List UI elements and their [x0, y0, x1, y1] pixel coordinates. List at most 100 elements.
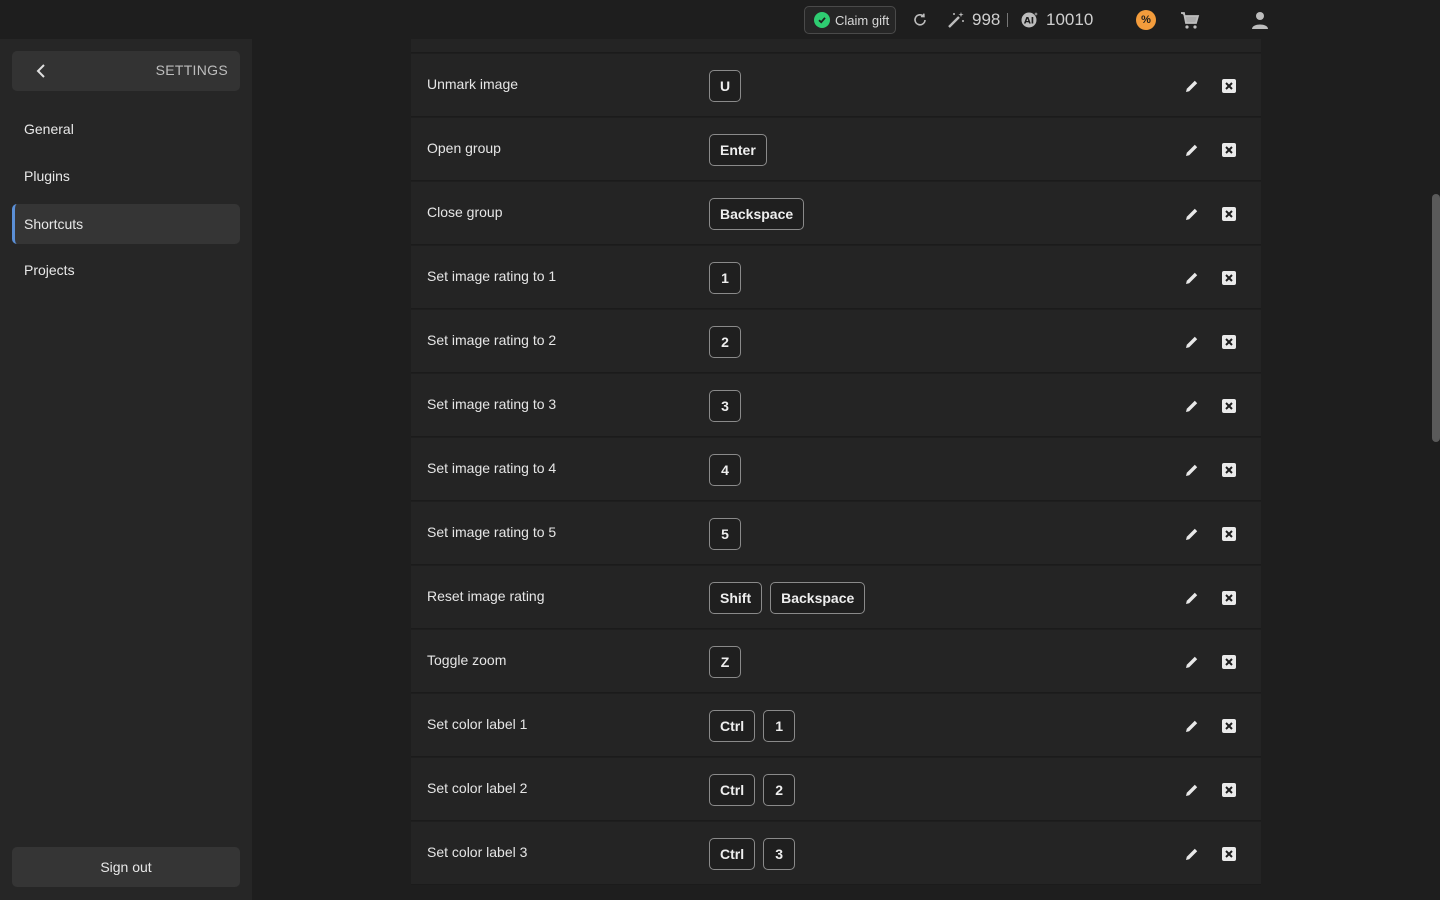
- scrollbar-thumb[interactable]: [1432, 194, 1440, 442]
- shortcut-label: Open group: [427, 140, 501, 156]
- shortcut-label: Reset image rating: [427, 588, 545, 604]
- svg-text:AI: AI: [1024, 17, 1034, 27]
- delete-icon[interactable]: [1222, 463, 1236, 477]
- shortcut-row: Close group Backspace: [411, 182, 1261, 245]
- shortcut-label: Toggle zoom: [427, 652, 507, 668]
- key-cap: Z: [709, 646, 741, 678]
- magic-credits-value: 998: [972, 10, 1001, 29]
- shortcut-label: Set image rating to 1: [427, 268, 557, 284]
- pencil-icon[interactable]: [1184, 526, 1200, 542]
- key-cap: 1: [709, 262, 741, 294]
- shortcut-row: Set image rating to 3 3: [411, 374, 1261, 437]
- ai-credits: AI 10010: [1020, 8, 1093, 32]
- pencil-icon[interactable]: [1184, 142, 1200, 158]
- shortcut-row: Unmark image U: [411, 54, 1261, 117]
- shortcut-keys: Ctrl 1: [709, 710, 796, 742]
- pencil-icon[interactable]: [1184, 718, 1200, 734]
- key-cap: Ctrl: [709, 774, 756, 806]
- key-cap: 1: [763, 710, 796, 742]
- pencil-icon[interactable]: [1184, 334, 1200, 350]
- credits-divider: [1007, 13, 1008, 27]
- sidebar-item-general[interactable]: General: [12, 109, 240, 149]
- sidebar-item-plugins[interactable]: Plugins: [12, 156, 240, 196]
- sidebar-item-projects[interactable]: Projects: [12, 250, 240, 290]
- claim-gift-button[interactable]: Claim gift: [804, 6, 896, 34]
- delete-icon[interactable]: [1222, 79, 1236, 93]
- sidebar-item-shortcuts[interactable]: Shortcuts: [12, 204, 240, 244]
- shortcut-row: Toggle zoom Z: [411, 630, 1261, 693]
- user-icon[interactable]: [1250, 10, 1270, 30]
- key-cap: 2: [709, 326, 741, 358]
- promo-icon[interactable]: %: [1136, 10, 1156, 30]
- sign-out-label: Sign out: [100, 859, 152, 875]
- shortcut-row: Set image rating to 1 1: [411, 246, 1261, 309]
- delete-icon[interactable]: [1222, 847, 1236, 861]
- sidebar-item-label: Plugins: [24, 168, 70, 184]
- shortcut-row: Set color label 2 Ctrl 2: [411, 758, 1261, 821]
- top-bar: Claim gift 998 AI 10010 %: [0, 0, 1440, 39]
- shortcut-keys: Z: [709, 646, 741, 678]
- shortcut-keys: Shift Backspace: [709, 582, 866, 614]
- sign-out-button[interactable]: Sign out: [12, 847, 240, 887]
- scrollbar-track[interactable]: [1428, 39, 1440, 900]
- delete-icon[interactable]: [1222, 591, 1236, 605]
- key-cap: 2: [763, 774, 796, 806]
- pencil-icon[interactable]: [1184, 78, 1200, 94]
- shortcut-row: Set image rating to 2 2: [411, 310, 1261, 373]
- shortcut-row: Set color label 3 Ctrl 3: [411, 822, 1261, 885]
- delete-icon[interactable]: [1222, 143, 1236, 157]
- shortcut-keys: 2: [709, 326, 741, 358]
- magic-wand-icon: [948, 12, 964, 28]
- ai-credits-value: 10010: [1046, 10, 1094, 29]
- shortcut-row: Set image rating to 4 4: [411, 438, 1261, 501]
- shortcut-keys: 5: [709, 518, 741, 550]
- pencil-icon[interactable]: [1184, 206, 1200, 222]
- sidebar-item-label: General: [24, 121, 74, 137]
- delete-icon[interactable]: [1222, 783, 1236, 797]
- pencil-icon[interactable]: [1184, 590, 1200, 606]
- list-item: [411, 39, 1261, 53]
- shortcut-keys: 3: [709, 390, 741, 422]
- delete-icon[interactable]: [1222, 271, 1236, 285]
- key-cap: 3: [709, 390, 741, 422]
- delete-icon[interactable]: [1222, 207, 1236, 221]
- cart-icon[interactable]: [1180, 10, 1200, 30]
- pencil-icon[interactable]: [1184, 782, 1200, 798]
- key-cap: Ctrl: [709, 838, 756, 870]
- delete-icon[interactable]: [1222, 527, 1236, 541]
- shortcut-label: Set image rating to 3: [427, 396, 557, 412]
- pencil-icon[interactable]: [1184, 398, 1200, 414]
- delete-icon[interactable]: [1222, 655, 1236, 669]
- delete-icon[interactable]: [1222, 719, 1236, 733]
- key-cap: 4: [709, 454, 741, 486]
- shortcut-row: Set color label 1 Ctrl 1: [411, 694, 1261, 757]
- shortcut-keys: 4: [709, 454, 741, 486]
- key-cap: Backspace: [770, 582, 866, 614]
- settings-sidebar: SETTINGS General Plugins Shortcuts Proje…: [0, 39, 252, 900]
- refresh-icon[interactable]: [911, 11, 929, 29]
- settings-title: SETTINGS: [155, 62, 228, 78]
- settings-back-button[interactable]: SETTINGS: [12, 51, 240, 91]
- shortcut-row: Open group Enter: [411, 118, 1261, 181]
- key-cap: 5: [709, 518, 741, 550]
- key-cap: Shift: [709, 582, 763, 614]
- sidebar-item-label: Shortcuts: [24, 216, 84, 232]
- shortcut-label: Set image rating to 2: [427, 332, 557, 348]
- pencil-icon[interactable]: [1184, 462, 1200, 478]
- shortcut-keys: 1: [709, 262, 741, 294]
- sidebar-item-label: Projects: [24, 262, 75, 278]
- shortcut-row: Set image rating to 5 5: [411, 502, 1261, 565]
- delete-icon[interactable]: [1222, 399, 1236, 413]
- shortcut-keys: Ctrl 2: [709, 774, 796, 806]
- claim-gift-label: Claim gift: [835, 12, 890, 28]
- delete-icon[interactable]: [1222, 335, 1236, 349]
- shortcut-label: Set color label 1: [427, 716, 528, 732]
- shortcut-label: Unmark image: [427, 76, 519, 92]
- pencil-icon[interactable]: [1184, 654, 1200, 670]
- key-cap: Backspace: [709, 198, 805, 230]
- shortcut-row: Reset image rating Shift Backspace: [411, 566, 1261, 629]
- shortcut-keys: Ctrl 3: [709, 838, 796, 870]
- pencil-icon[interactable]: [1184, 846, 1200, 862]
- shortcut-label: Set image rating to 5: [427, 524, 557, 540]
- pencil-icon[interactable]: [1184, 270, 1200, 286]
